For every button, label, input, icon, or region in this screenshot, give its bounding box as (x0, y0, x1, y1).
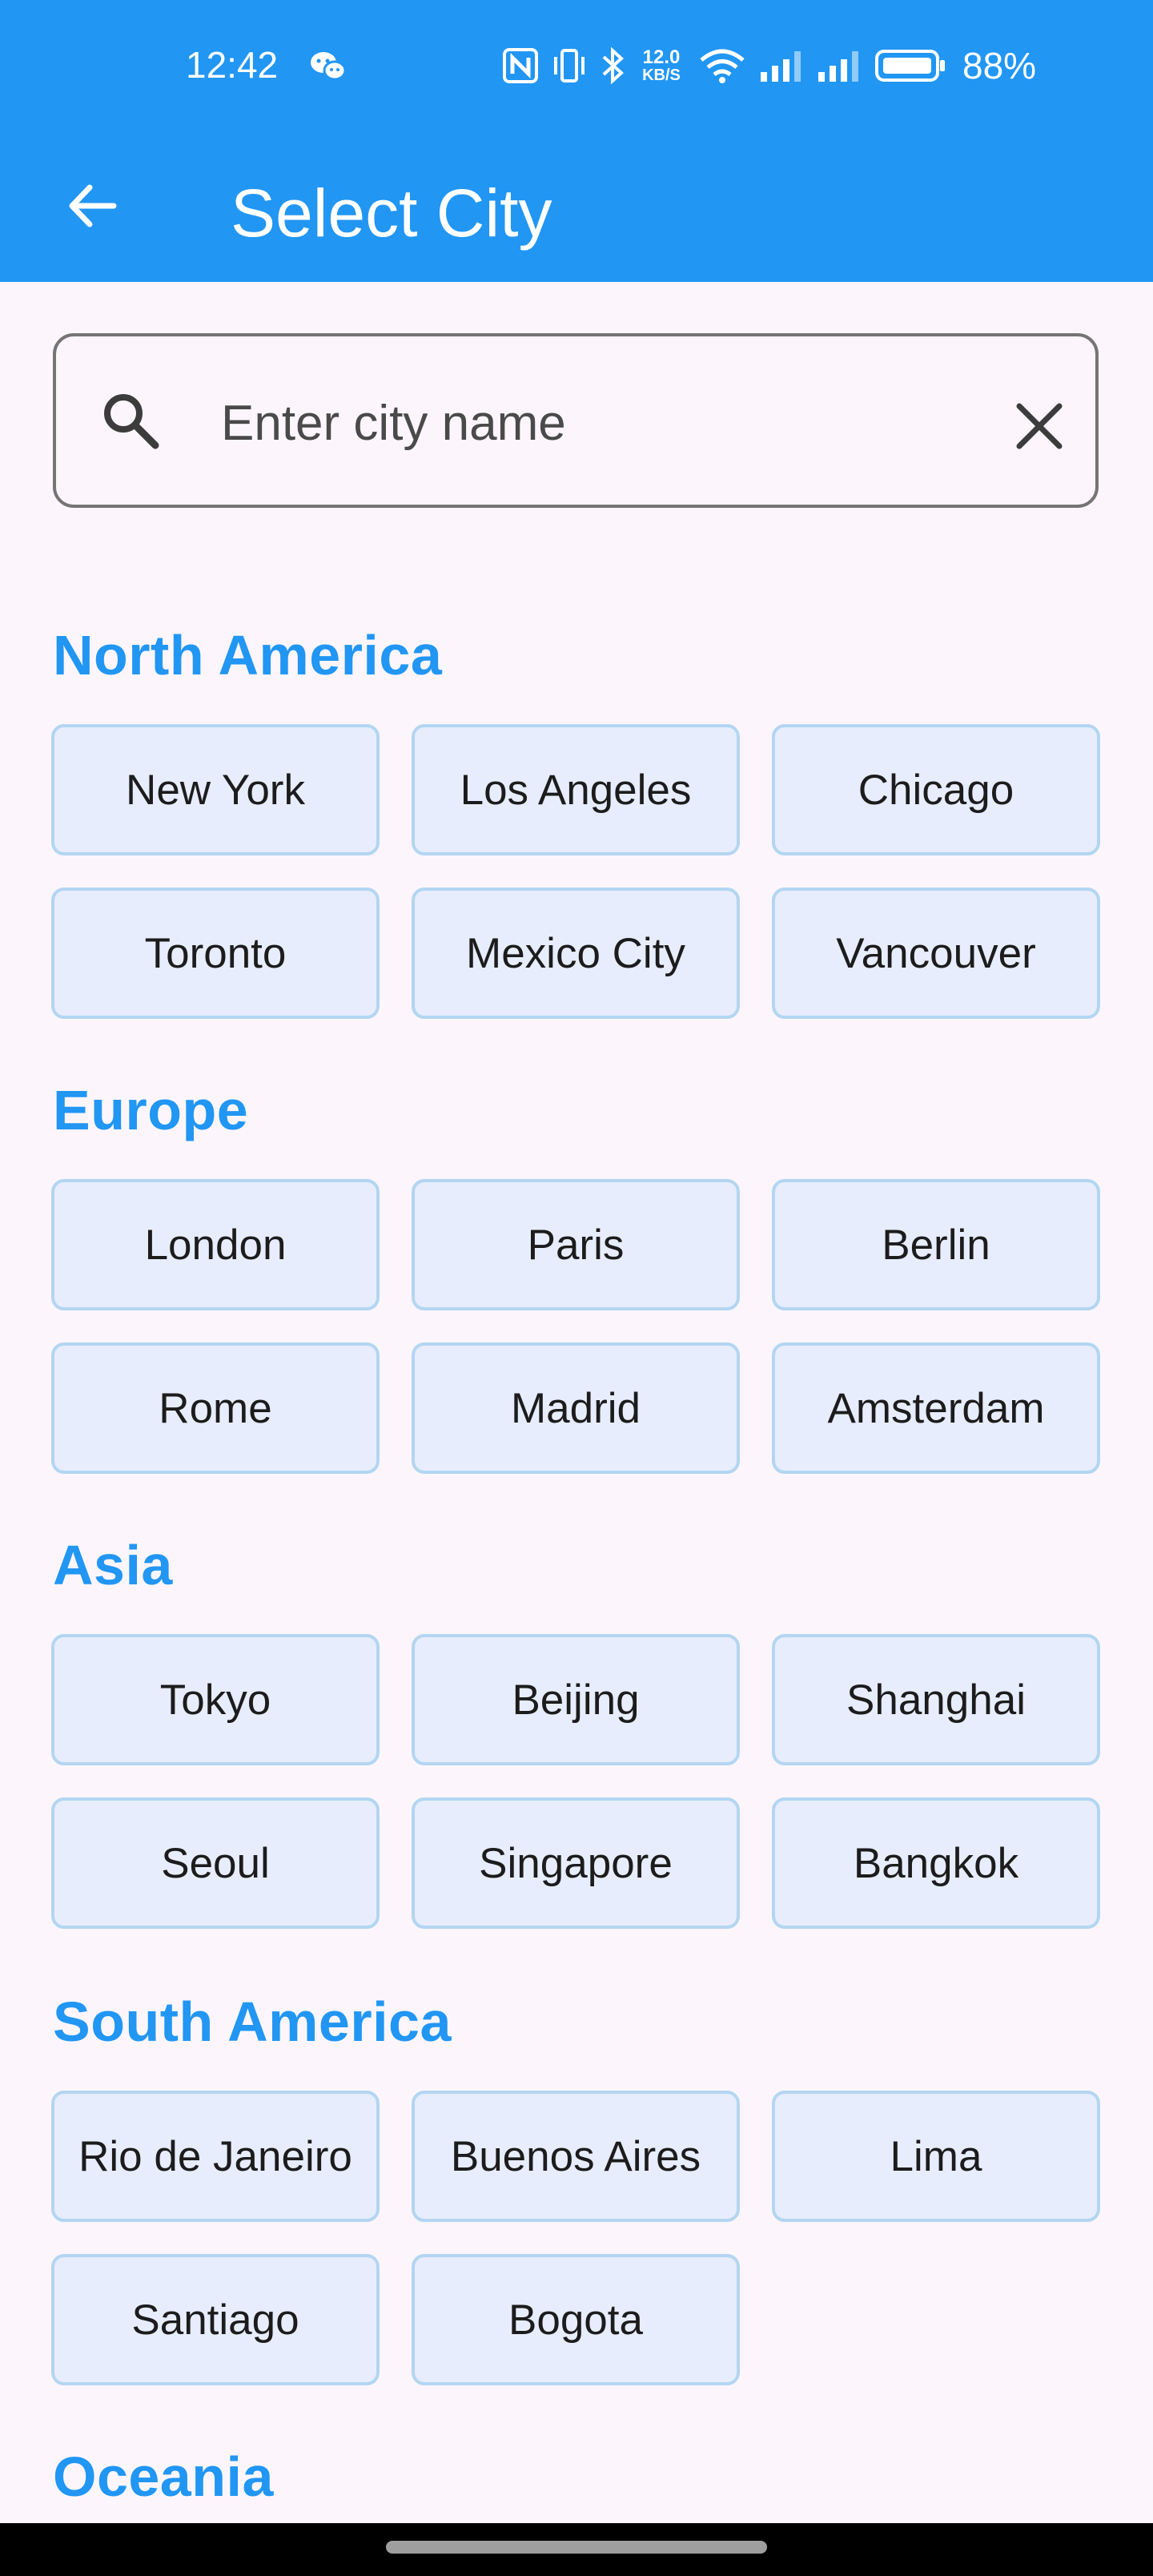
city-chip[interactable]: Amsterdam (772, 1342, 1100, 1474)
wifi-icon (698, 47, 746, 84)
city-chip[interactable]: Tokyo (51, 1634, 380, 1765)
battery-icon (874, 48, 946, 83)
city-chip[interactable]: Los Angeles (412, 724, 740, 855)
city-chip[interactable]: Santiago (51, 2254, 380, 2385)
signal-icon (817, 50, 862, 82)
back-button[interactable] (48, 163, 136, 252)
city-chip[interactable]: Singapore (412, 1797, 740, 1929)
region-header: North America (53, 624, 443, 686)
home-gesture-handle[interactable] (386, 2541, 767, 2554)
city-chip[interactable]: Bogota (412, 2254, 740, 2385)
search-input[interactable] (221, 383, 910, 463)
close-icon (1014, 401, 1064, 455)
city-chip[interactable]: Madrid (412, 1342, 740, 1474)
search-field[interactable] (53, 333, 1099, 508)
city-chip[interactable]: Shanghai (772, 1634, 1100, 1765)
network-speed-value: 12.0 (642, 46, 681, 68)
region-header: Asia (53, 1534, 173, 1596)
city-chip[interactable]: Chicago (772, 724, 1100, 855)
battery-percent: 88% (962, 45, 1037, 87)
page-title: Select City (231, 175, 552, 251)
city-chip[interactable]: Vancouver (772, 888, 1100, 1019)
region-header: Europe (53, 1079, 249, 1141)
city-chip[interactable]: Mexico City (412, 888, 740, 1019)
region-header: South America (53, 1990, 452, 2053)
clear-button[interactable] (1001, 389, 1078, 466)
city-chip[interactable]: Toronto (51, 888, 380, 1019)
app-bar: Select City (0, 133, 1153, 282)
nfc-icon (503, 48, 538, 83)
city-chip[interactable]: Rome (51, 1342, 380, 1474)
search-icon (98, 388, 165, 459)
vibrate-icon (551, 47, 588, 84)
network-speed: 12.0 KB/S (637, 46, 685, 84)
arrow-left-icon (64, 178, 120, 238)
status-time: 12:42 (186, 44, 279, 86)
city-chip[interactable]: Berlin (772, 1179, 1100, 1310)
city-chip[interactable]: Paris (412, 1179, 740, 1310)
wechat-icon (309, 50, 348, 87)
network-speed-unit: KB/S (642, 66, 681, 84)
region-header: Oceania (53, 2445, 274, 2508)
city-chip[interactable]: Rio de Janeiro (51, 2091, 380, 2222)
city-chip[interactable]: New York (51, 724, 380, 855)
city-chip[interactable]: London (51, 1179, 380, 1310)
status-bar: 12:42 12.0 KB/S 88% (0, 0, 1153, 133)
system-nav-bar (0, 2523, 1153, 2576)
city-chip[interactable]: Lima (772, 2091, 1100, 2222)
city-chip[interactable]: Beijing (412, 1634, 740, 1765)
bluetooth-icon (601, 47, 625, 84)
city-chip[interactable]: Bangkok (772, 1797, 1100, 1929)
city-chip[interactable]: Buenos Aires (412, 2091, 740, 2222)
city-chip[interactable]: Seoul (51, 1797, 380, 1929)
signal-icon (759, 50, 804, 82)
